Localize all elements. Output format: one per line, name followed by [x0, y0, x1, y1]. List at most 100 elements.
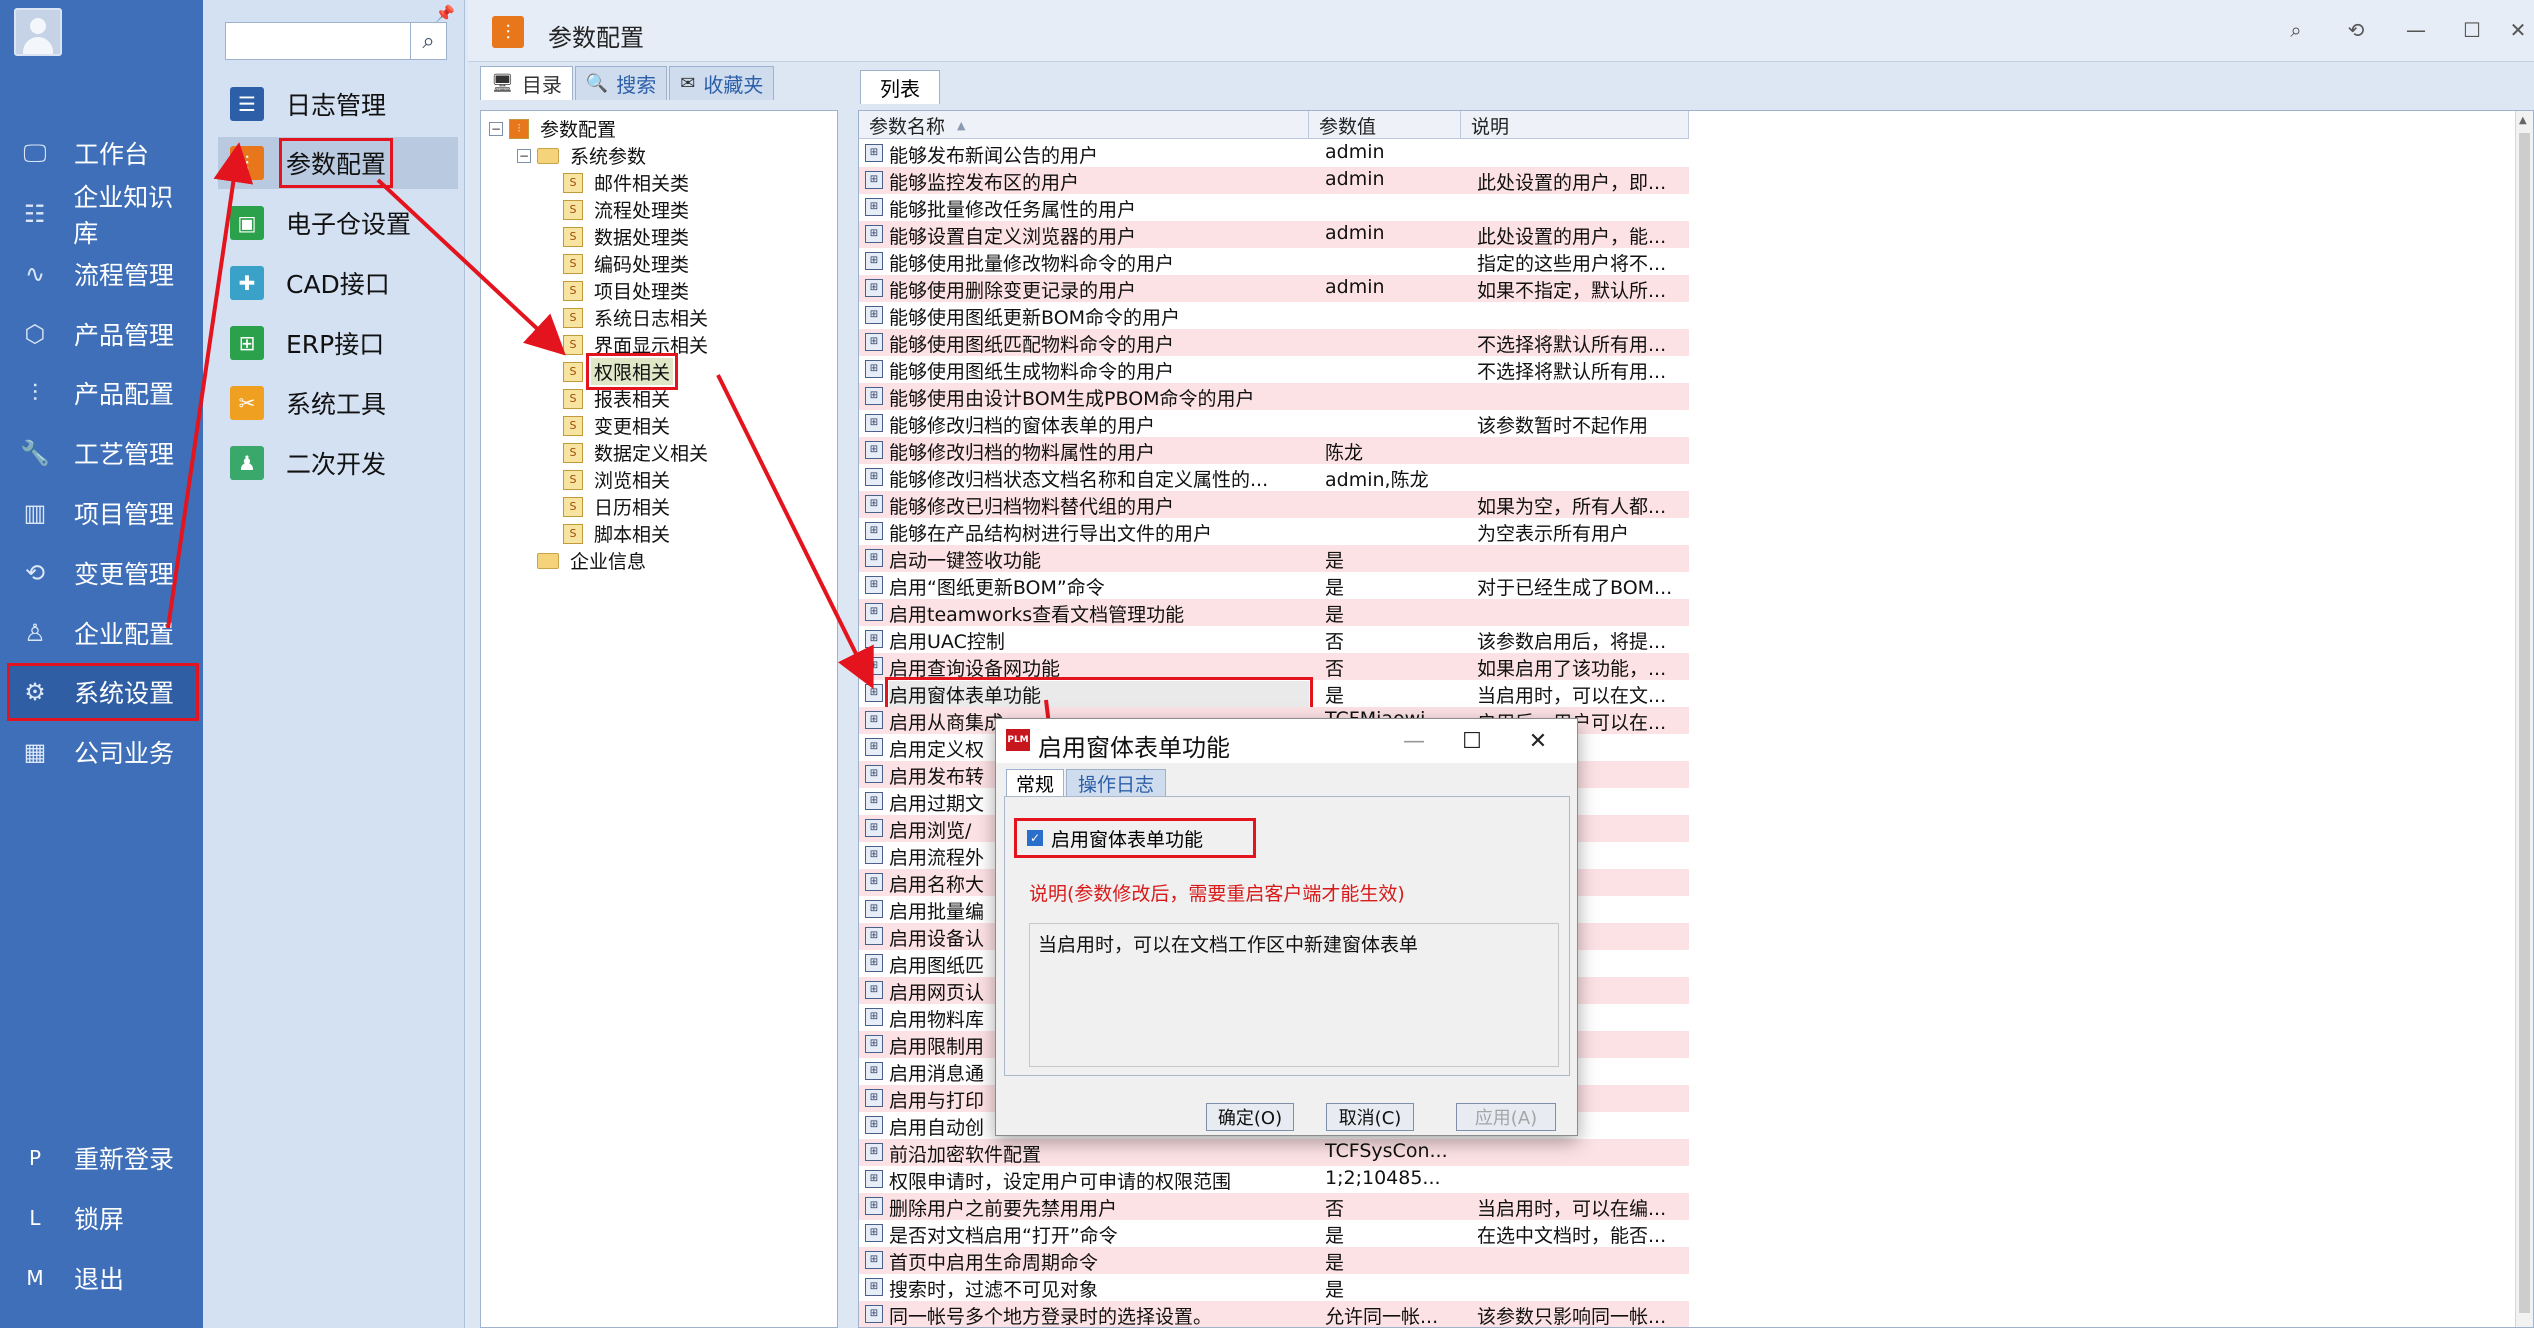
- submenu-item-dev[interactable]: ♟ 二次开发: [218, 437, 458, 489]
- tab-favorites[interactable]: ✉ 收藏夹: [669, 66, 775, 100]
- submenu-item-erp[interactable]: ⊞ ERP接口: [218, 317, 458, 369]
- category-icon: S: [563, 172, 583, 193]
- table-row[interactable]: ⊞ 能够使用批量修改物料命令的用户 指定的这些用户将不...: [859, 248, 1689, 275]
- nav-item-grid[interactable]: ▦ 公司业务: [10, 726, 196, 778]
- vertical-scrollbar[interactable]: ▲: [2515, 111, 2533, 1327]
- checkbox[interactable]: ✓: [1027, 830, 1043, 846]
- tree-node-child[interactable]: S 日历相关: [563, 493, 673, 520]
- nav-bottom-1[interactable]: L 锁屏: [10, 1194, 196, 1242]
- table-row[interactable]: ⊞ 能够修改归档的窗体表单的用户 该参数暂时不起作用: [859, 410, 1689, 437]
- tree-node-child[interactable]: S 系统日志相关: [563, 304, 711, 331]
- tree-node-other[interactable]: 企业信息: [537, 547, 649, 574]
- tree-node-child[interactable]: S 脚本相关: [563, 520, 673, 547]
- table-row[interactable]: ⊞ 删除用户之前要先禁用用户 否 当启用时，可以在编...: [859, 1193, 1689, 1220]
- table-row[interactable]: ⊞ 能够使用图纸生成物料命令的用户 不选择将默认所有用...: [859, 356, 1689, 383]
- table-row[interactable]: ⊞ 首页中启用生命周期命令 是: [859, 1247, 1689, 1274]
- nav-item-sliders[interactable]: ⫶ 产品配置: [10, 367, 196, 419]
- nav-item-users[interactable]: ♙ 企业配置: [10, 607, 196, 659]
- table-row[interactable]: ⊞ 能够修改已归档物料替代组的用户 如果为空，所有人都...: [859, 491, 1689, 518]
- table-row[interactable]: ⊞ 能够使用由设计BOM生成PBOM命令的用户: [859, 383, 1689, 410]
- apply-button[interactable]: 应用(A): [1456, 1103, 1556, 1131]
- table-row[interactable]: ⊞ 能够设置自定义浏览器的用户 admin 此处设置的用户，能...: [859, 221, 1689, 248]
- tree-node-child[interactable]: S 邮件相关类: [563, 169, 692, 196]
- table-row[interactable]: ⊞ 权限申请时，设定用户可申请的权限范围 1;2;10485...: [859, 1166, 1689, 1193]
- tree-node-child[interactable]: S 项目处理类: [563, 277, 692, 304]
- nav-item-change[interactable]: ⟲ 变更管理: [10, 547, 196, 599]
- table-row[interactable]: ⊞ 启用UAC控制 否 该参数启用后，将提...: [859, 626, 1689, 653]
- tab-general[interactable]: 常规: [1006, 769, 1064, 797]
- refresh-icon[interactable]: ⟲: [2336, 14, 2376, 46]
- table-row[interactable]: ⊞ 启用查询设备网功能 否 如果启用了该功能，...: [859, 653, 1689, 680]
- submenu-item-tools[interactable]: ✂ 系统工具: [218, 377, 458, 429]
- submenu-item-cad[interactable]: ✚ CAD接口: [218, 257, 458, 309]
- table-row[interactable]: ⊞ 能够批量修改任务属性的用户: [859, 194, 1689, 221]
- table-row[interactable]: ⊞ 能够使用图纸更新BOM命令的用户: [859, 302, 1689, 329]
- column-header-description[interactable]: 说明: [1461, 111, 1689, 139]
- enable-form-checkbox-row[interactable]: ✓ 启用窗体表单功能: [1014, 818, 1256, 858]
- tree-node-child[interactable]: S 编码处理类: [563, 250, 692, 277]
- nav-item-cube[interactable]: ⬡ 产品管理: [10, 308, 196, 360]
- column-header-name[interactable]: 参数名称 ▲: [859, 111, 1309, 139]
- scroll-up-icon[interactable]: ▲: [2519, 115, 2527, 126]
- table-row[interactable]: ⊞ 能够在产品结构树进行导出文件的用户 为空表示所有用户: [859, 518, 1689, 545]
- tree-node-child[interactable]: S 流程处理类: [563, 196, 692, 223]
- collapse-icon[interactable]: −: [517, 148, 531, 163]
- table-row[interactable]: ⊞ 是否对文档启用“打开”命令 是 在选中文档时，能否...: [859, 1220, 1689, 1247]
- search-icon[interactable]: ⌕: [2276, 14, 2316, 46]
- pin-icon[interactable]: 📌: [435, 4, 455, 23]
- table-row[interactable]: ⊞ 能够监控发布区的用户 admin 此处设置的用户，即...: [859, 167, 1689, 194]
- tab-directory[interactable]: 🖥 目录: [480, 66, 573, 100]
- menu-search-box[interactable]: ⌕: [225, 22, 447, 60]
- dialog-close-icon[interactable]: ✕: [1518, 725, 1558, 757]
- cancel-button[interactable]: 取消(C): [1326, 1103, 1414, 1131]
- table-row[interactable]: ⊞ 能够使用图纸匹配物料命令的用户 不选择将默认所有用...: [859, 329, 1689, 356]
- nav-item-gear[interactable]: ⚙ 系统设置: [7, 663, 199, 722]
- tree-node-child[interactable]: S 浏览相关: [563, 466, 673, 493]
- table-row[interactable]: ⊞ 能够修改归档的物料属性的用户 陈龙: [859, 437, 1689, 464]
- table-row[interactable]: ⊞ 同一帐号多个地方登录时的选择设置。 允许同一帐... 该参数只影响同一帐...: [859, 1301, 1689, 1328]
- nav-bottom-0[interactable]: P 重新登录: [10, 1134, 196, 1182]
- ok-button[interactable]: 确定(O): [1206, 1103, 1294, 1131]
- tree-node-root[interactable]: − ⫶ 参数配置: [489, 115, 619, 142]
- avatar[interactable]: [14, 8, 62, 56]
- dialog-maximize-icon[interactable]: ☐: [1452, 725, 1492, 757]
- nav-item-book[interactable]: ☷ 企业知识库: [10, 183, 196, 248]
- tree-node-group[interactable]: − 系统参数: [517, 142, 649, 169]
- table-row[interactable]: ⊞ 启用窗体表单功能是 当启用时，可以在文...: [859, 677, 1689, 712]
- submenu-item-log[interactable]: ☰ 日志管理: [218, 78, 458, 130]
- minimize-icon[interactable]: —: [2396, 14, 2436, 46]
- submenu-item-params[interactable]: ⫶ 参数配置: [218, 137, 458, 189]
- tree-node-child[interactable]: S 数据处理类: [563, 223, 692, 250]
- table-row[interactable]: ⊞ 能够修改归档状态文档名称和自定义属性的... admin,陈龙: [859, 464, 1689, 491]
- tree-node-child[interactable]: S 报表相关: [563, 385, 673, 412]
- nav-item-wrench[interactable]: 🔧 工艺管理: [10, 427, 196, 479]
- search-icon[interactable]: ⌕: [410, 23, 446, 59]
- tab-list[interactable]: 列表: [860, 70, 940, 104]
- tab-operation-log[interactable]: 操作日志: [1066, 769, 1166, 797]
- column-header-value[interactable]: 参数值: [1309, 111, 1461, 139]
- tree-node-child[interactable]: S 变更相关: [563, 412, 673, 439]
- nav-item-monitor[interactable]: 🖵 工作台: [10, 127, 196, 179]
- tree-node-child[interactable]: S 界面显示相关: [563, 331, 711, 358]
- maximize-icon[interactable]: ☐: [2452, 14, 2492, 46]
- dialog-minimize-icon[interactable]: —: [1394, 725, 1434, 757]
- tree-node-child[interactable]: S 数据定义相关: [563, 439, 711, 466]
- table-row[interactable]: ⊞ 能够使用删除变更记录的用户 admin 如果不指定，默认所...: [859, 275, 1689, 302]
- menu-search-input[interactable]: [226, 23, 406, 57]
- nav-bottom-2[interactable]: M 退出: [10, 1254, 196, 1302]
- row-name: 同一帐号多个地方登录时的选择设置。: [889, 1306, 1213, 1328]
- table-row[interactable]: ⊞ 启用“图纸更新BOM”命令 是 对于已经生成了BOM...: [859, 572, 1689, 599]
- table-row[interactable]: ⊞ 能够发布新闻公告的用户 admin: [859, 140, 1689, 167]
- table-row[interactable]: ⊞ 搜索时，过滤不可见对象 是: [859, 1274, 1689, 1301]
- collapse-icon[interactable]: −: [489, 121, 503, 136]
- tab-search-globe[interactable]: 🔍 搜索: [574, 66, 668, 100]
- scroll-thumb[interactable]: [2519, 133, 2530, 1313]
- table-row[interactable]: ⊞ 前沿加密软件配置 TCFSysCon...: [859, 1139, 1689, 1166]
- table-row[interactable]: ⊞ 启动一键签收功能 是: [859, 545, 1689, 572]
- tree-node-child[interactable]: S 权限相关: [563, 353, 679, 390]
- nav-item-flow[interactable]: ∿ 流程管理: [10, 248, 196, 300]
- submenu-item-warehouse[interactable]: ▣ 电子仓设置: [218, 197, 458, 249]
- close-icon[interactable]: ✕: [2498, 14, 2534, 46]
- nav-item-chart[interactable]: ▥ 项目管理: [10, 487, 196, 539]
- table-row[interactable]: ⊞ 启用teamworks查看文档管理功能 是: [859, 599, 1689, 626]
